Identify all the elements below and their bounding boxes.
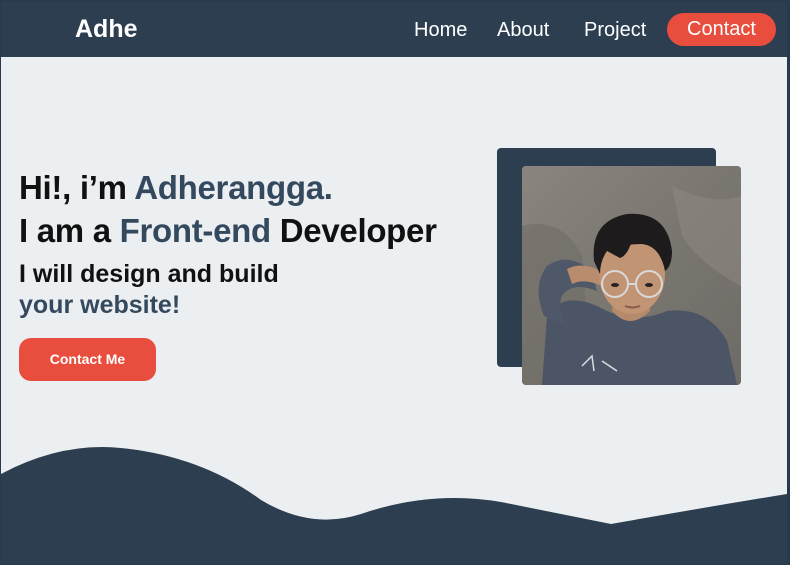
hero-tagline-line1: I will design and build: [19, 260, 279, 288]
nav-link-project[interactable]: Project: [584, 19, 646, 42]
hero-role-suffix: Developer: [270, 212, 437, 249]
nav-contact-button[interactable]: Contact: [667, 13, 776, 46]
hero-tagline-line2: your website!: [19, 291, 181, 319]
hero-role-highlight: Front-end: [119, 212, 272, 249]
profile-photo: [522, 166, 741, 385]
brand-logo[interactable]: Adhe: [75, 15, 138, 44]
hero-role-prefix: I am a: [19, 212, 120, 249]
hero-greeting-prefix: Hi!, i’m: [19, 169, 135, 206]
nav-link-home[interactable]: Home: [414, 19, 467, 42]
bottom-wave-decoration: [1, 447, 787, 564]
profile-photo-illustration: [522, 166, 741, 385]
contact-me-button[interactable]: Contact Me: [19, 338, 156, 381]
hero-name: Adherangga.: [134, 169, 333, 206]
page: Adhe Home About Project Contact Hi!, i’m…: [1, 2, 787, 564]
hero-greeting: Hi!, i’m Adherangga.: [19, 169, 333, 207]
nav-link-about[interactable]: About: [497, 19, 549, 42]
navbar: Adhe Home About Project Contact: [1, 2, 787, 57]
hero-role: I am a Front-end Developer: [19, 212, 437, 250]
